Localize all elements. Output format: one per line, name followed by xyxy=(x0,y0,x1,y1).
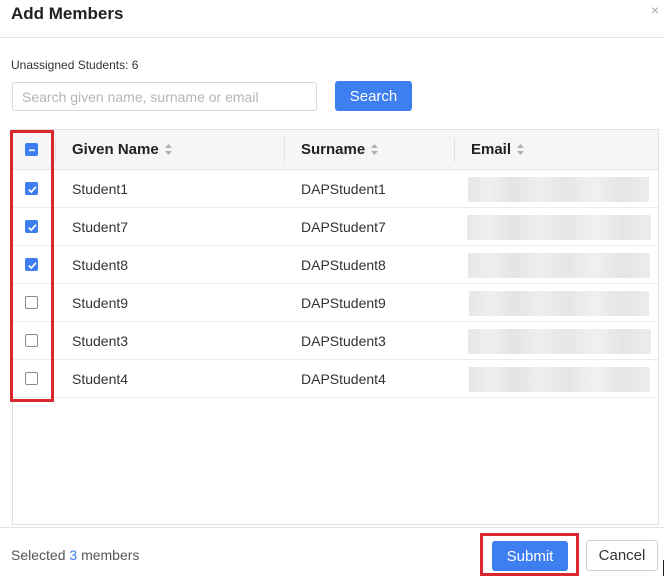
submit-button[interactable]: Submit xyxy=(492,541,568,571)
cell-surname: DAPStudent7 xyxy=(301,219,386,235)
column-divider xyxy=(284,138,285,162)
cell-surname: DAPStudent1 xyxy=(301,181,386,197)
table-row[interactable]: Student3 DAPStudent3 xyxy=(13,322,658,360)
column-header-label: Surname xyxy=(301,141,366,158)
cell-email-redacted xyxy=(468,177,649,202)
unassigned-count-label: Unassigned Students: 6 xyxy=(11,58,139,72)
column-header-label: Given Name xyxy=(72,141,159,158)
cell-given-name: Student7 xyxy=(72,219,129,235)
column-header-surname[interactable]: Surname xyxy=(301,130,379,170)
row-checkbox[interactable] xyxy=(25,182,38,195)
cell-surname: DAPStudent9 xyxy=(301,295,386,311)
add-members-dialog: Add Members × Unassigned Students: 6 Sea… xyxy=(0,0,665,586)
table-row[interactable]: Student7 DAPStudent7 xyxy=(13,208,658,246)
selected-count: 3 xyxy=(69,547,78,563)
cell-email-redacted xyxy=(468,253,650,278)
column-header-label: Email xyxy=(471,141,512,158)
search-input[interactable] xyxy=(12,82,317,111)
row-checkbox[interactable] xyxy=(25,334,38,347)
dialog-header: Add Members × xyxy=(0,0,665,38)
column-divider xyxy=(454,138,455,162)
selected-suffix: members xyxy=(81,547,140,563)
cell-email-redacted xyxy=(468,329,651,354)
column-header-given-name[interactable]: Given Name xyxy=(72,130,173,170)
table-row[interactable]: Student8 DAPStudent8 xyxy=(13,246,658,284)
cell-surname: DAPStudent4 xyxy=(301,371,386,387)
search-button[interactable]: Search xyxy=(335,81,412,111)
table-row[interactable]: Student1 DAPStudent1 xyxy=(13,170,658,208)
cell-given-name: Student9 xyxy=(72,295,129,311)
close-icon[interactable]: × xyxy=(651,2,659,18)
row-checkbox[interactable] xyxy=(25,296,38,309)
cell-email-redacted xyxy=(467,215,651,240)
sort-icon[interactable] xyxy=(164,143,173,156)
sort-icon[interactable] xyxy=(516,143,525,156)
cell-given-name: Student4 xyxy=(72,371,129,387)
check-icon xyxy=(28,224,37,232)
sort-icon[interactable] xyxy=(370,143,379,156)
cell-surname: DAPStudent3 xyxy=(301,333,386,349)
selected-summary: Selected 3 members xyxy=(11,547,139,563)
cancel-button[interactable]: Cancel xyxy=(586,540,658,571)
table-row[interactable]: Student9 DAPStudent9 xyxy=(13,284,658,322)
row-checkbox[interactable] xyxy=(25,258,38,271)
cell-email-redacted xyxy=(469,291,649,316)
check-icon xyxy=(28,262,37,270)
check-icon xyxy=(28,186,37,194)
table-row[interactable]: Student4 DAPStudent4 xyxy=(13,360,658,398)
table-header: Given Name Surname Email xyxy=(13,130,658,170)
text-cursor xyxy=(663,560,664,576)
cell-surname: DAPStudent8 xyxy=(301,257,386,273)
row-checkbox[interactable] xyxy=(25,372,38,385)
column-header-email[interactable]: Email xyxy=(471,130,525,170)
minus-icon xyxy=(29,149,35,152)
selected-prefix: Selected xyxy=(11,547,66,563)
cell-given-name: Student1 xyxy=(72,181,129,197)
cell-given-name: Student3 xyxy=(72,333,129,349)
members-table: Given Name Surname Email Student1 DAPStu… xyxy=(12,129,659,525)
dialog-title: Add Members xyxy=(11,4,124,23)
select-all-checkbox[interactable] xyxy=(25,143,38,156)
cell-email-redacted xyxy=(469,367,650,392)
column-divider xyxy=(55,138,56,162)
cell-given-name: Student8 xyxy=(72,257,129,273)
row-checkbox[interactable] xyxy=(25,220,38,233)
dialog-footer: Selected 3 members Submit Cancel xyxy=(0,527,665,586)
